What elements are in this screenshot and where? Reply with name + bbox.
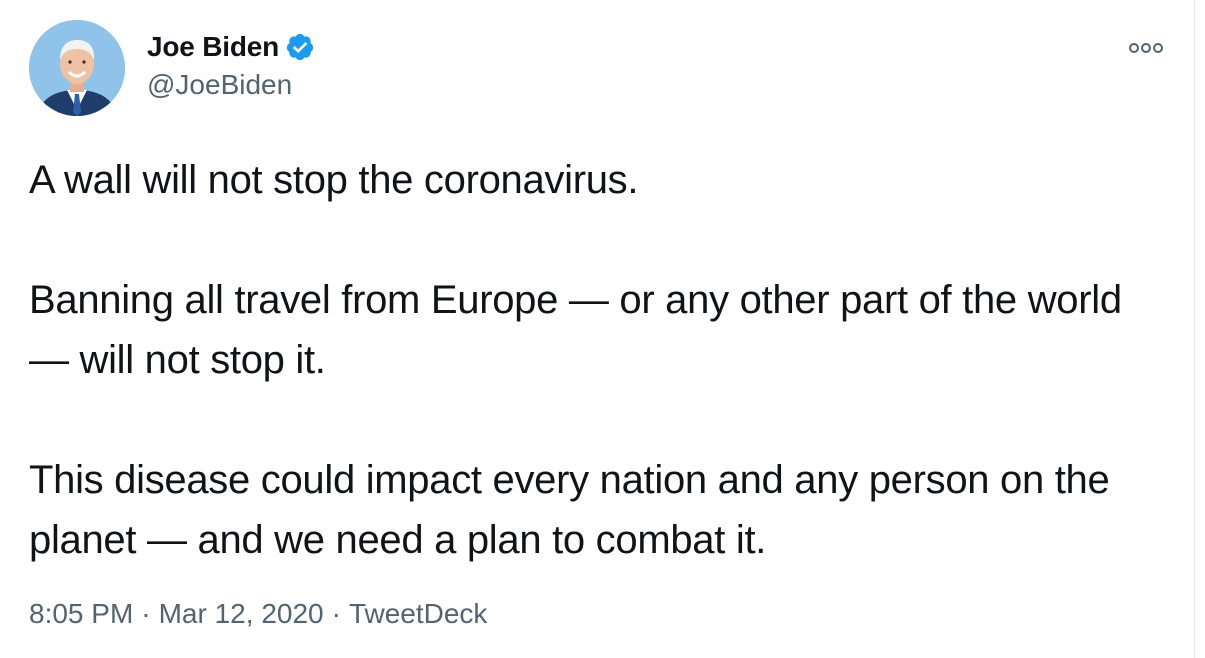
author-name-row: Joe Biden bbox=[147, 29, 315, 65]
meta-separator: · bbox=[331, 598, 341, 629]
avatar-portrait-icon bbox=[29, 20, 125, 116]
verified-badge-icon bbox=[285, 32, 315, 62]
tweet-paragraph-1: A wall will not stop the coronavirus. bbox=[29, 158, 639, 202]
tweet-card: Joe Biden @JoeBiden A wall will not stop… bbox=[0, 0, 1195, 658]
more-options-icon[interactable] bbox=[1128, 38, 1164, 58]
tweet-metadata: 8:05 PM · Mar 12, 2020 · TweetDeck bbox=[29, 598, 487, 630]
avatar[interactable] bbox=[29, 20, 125, 116]
user-handle[interactable]: @JoeBiden bbox=[147, 69, 292, 101]
tweet-paragraph-3: This disease could impact every nation a… bbox=[29, 458, 1110, 562]
tweet-source-link[interactable]: TweetDeck bbox=[349, 598, 488, 629]
meta-separator: · bbox=[141, 598, 151, 629]
tweet-paragraph-2: Banning all travel from Europe — or any … bbox=[29, 278, 1122, 382]
display-name[interactable]: Joe Biden bbox=[147, 31, 279, 63]
tweet-date[interactable]: Mar 12, 2020 bbox=[159, 598, 324, 629]
tweet-time[interactable]: 8:05 PM bbox=[29, 598, 133, 629]
tweet-text: A wall will not stop the coronavirus. Ba… bbox=[29, 150, 1169, 570]
